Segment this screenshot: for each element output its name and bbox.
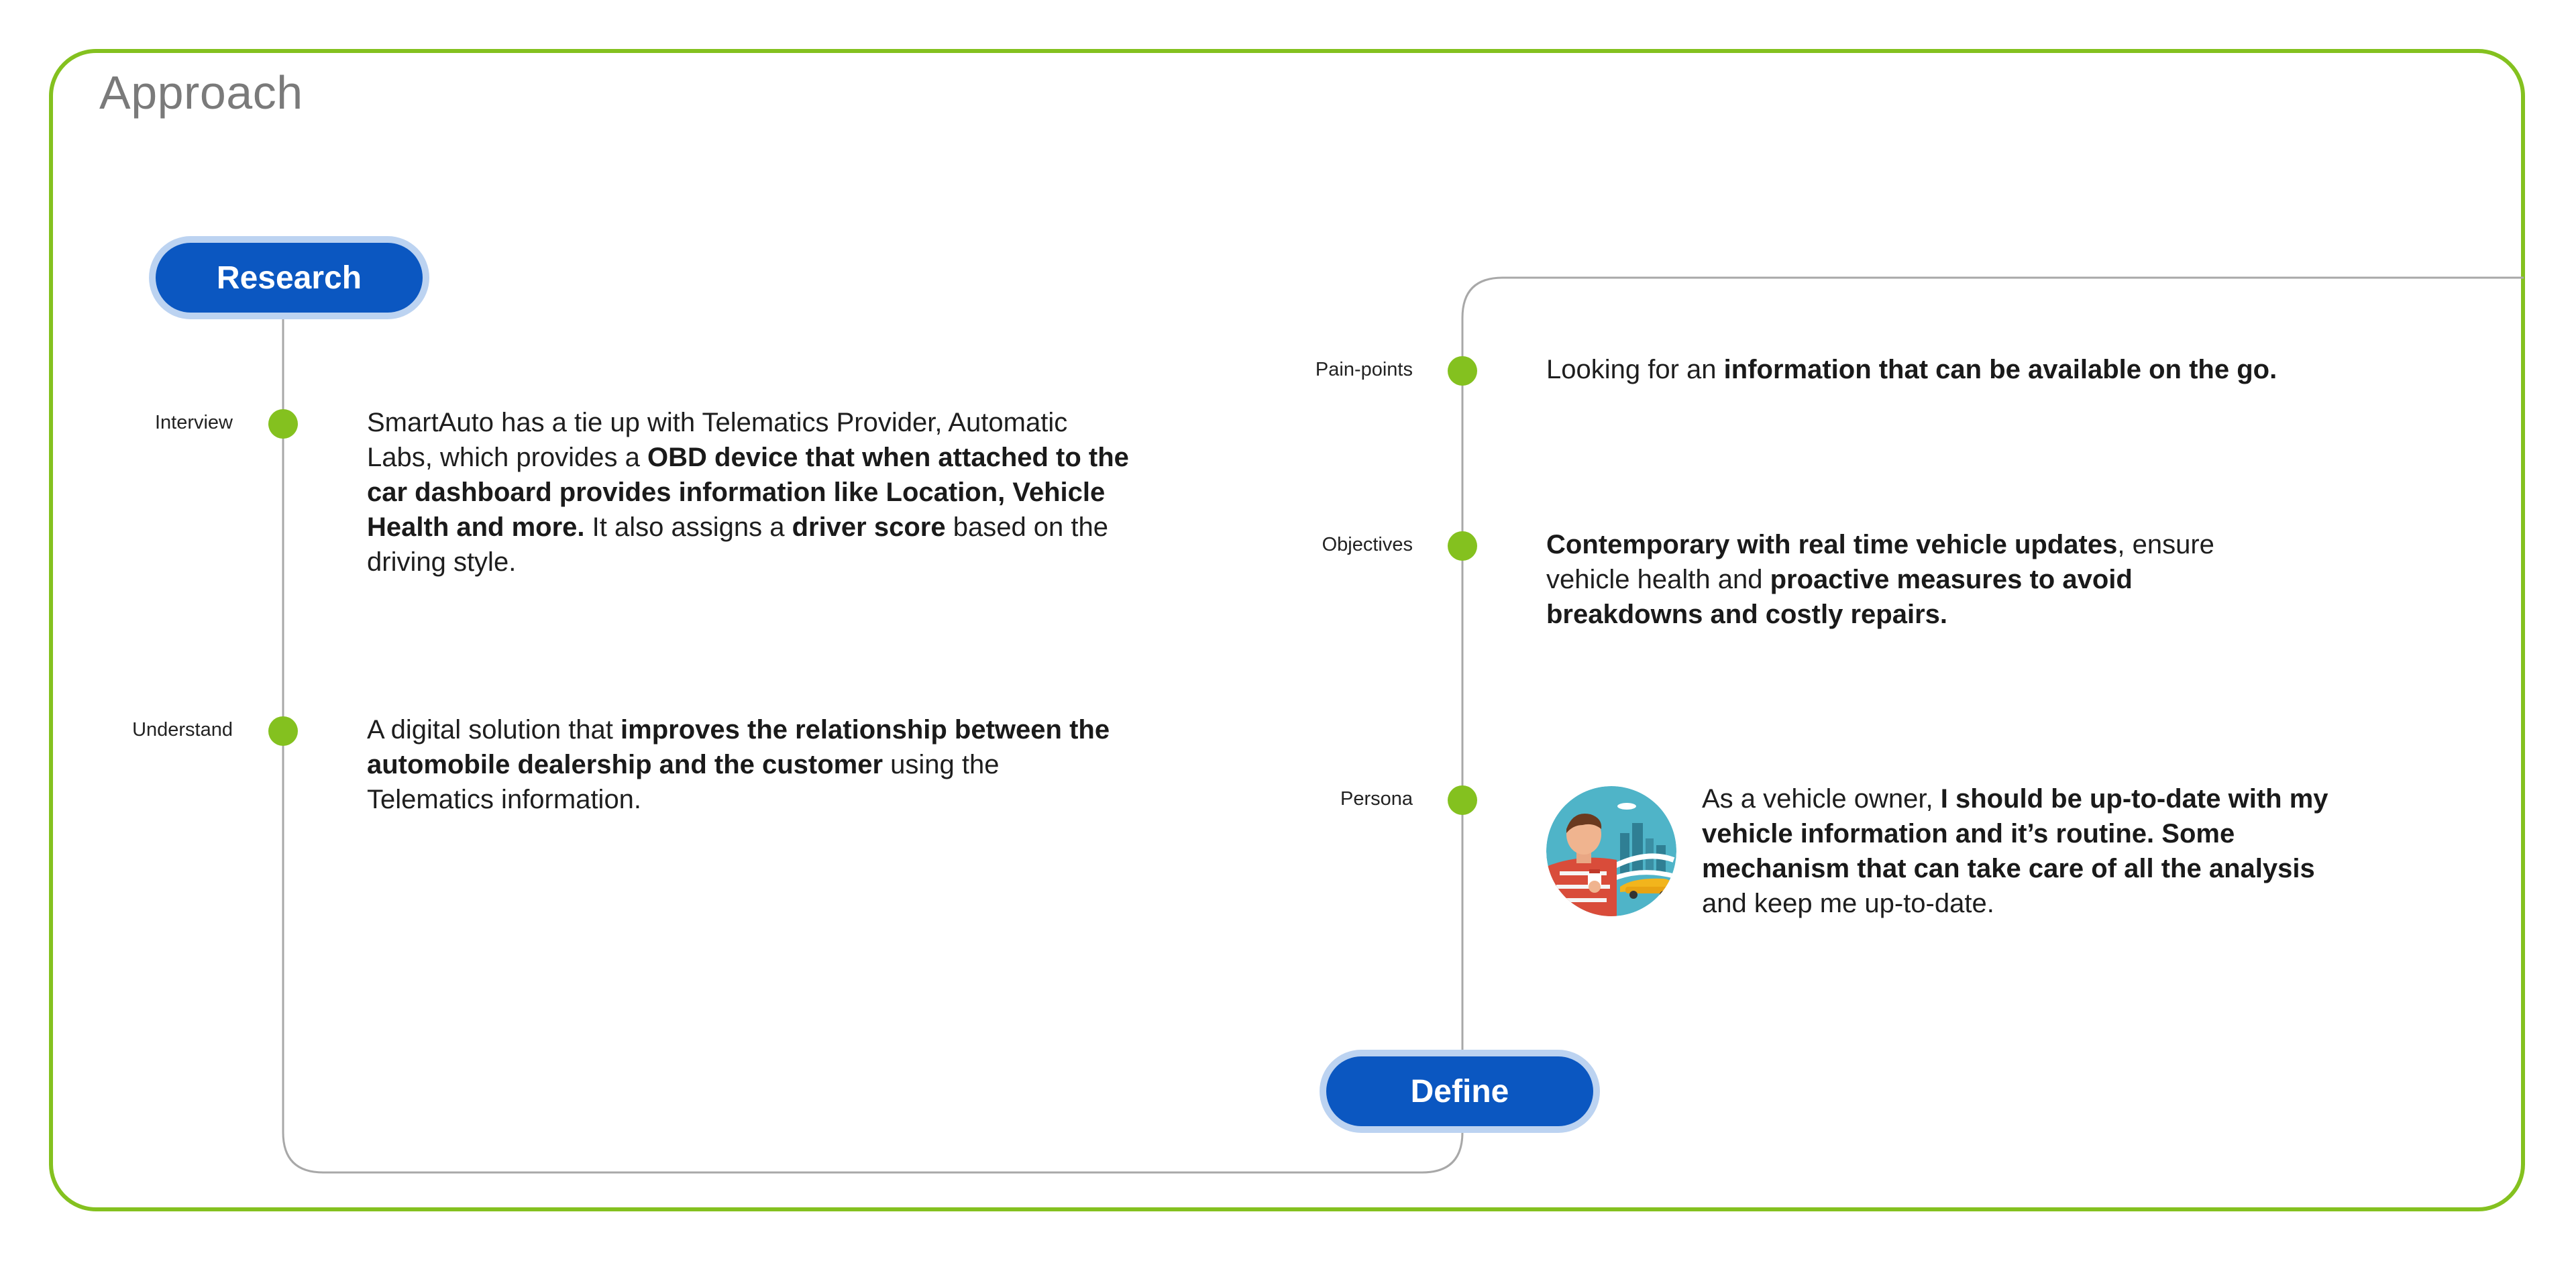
- persona-text: As a vehicle owner, I should be up-to-da…: [1702, 781, 2346, 921]
- text-run: A digital solution that: [367, 715, 621, 745]
- define-pill-label: Define: [1326, 1056, 1593, 1126]
- research-pill-label: Research: [156, 243, 423, 313]
- label-understand: Understand: [132, 719, 233, 741]
- interview-text: SmartAuto has a tie up with Telematics P…: [367, 405, 1132, 580]
- text-run: It also assigns a: [584, 512, 792, 542]
- dot-objectives: [1448, 531, 1477, 561]
- bold-text-run: Contemporary with real time vehicle upda…: [1546, 530, 2118, 559]
- text-run: and keep me up-to-date.: [1702, 889, 1994, 918]
- pain-points-text: Looking for an information that can be a…: [1546, 352, 2351, 387]
- dot-interview: [268, 409, 298, 439]
- define-timeline-connector: [1461, 276, 2524, 1066]
- research-stage: Research: [149, 236, 429, 319]
- label-objectives: Objectives: [1322, 534, 1413, 555]
- label-interview: Interview: [154, 412, 233, 433]
- text-run: Looking for an: [1546, 355, 1724, 384]
- bold-text-run: information that can be available on the…: [1723, 355, 2277, 384]
- dot-persona: [1448, 785, 1477, 815]
- text-run: As a vehicle owner,: [1702, 784, 1941, 814]
- bold-text-run: driver score: [792, 512, 946, 542]
- objectives-text: Contemporary with real time vehicle upda…: [1546, 527, 2284, 632]
- label-pain-points: Pain-points: [1315, 359, 1413, 380]
- understand-text: A digital solution that improves the rel…: [367, 712, 1118, 817]
- define-stage: Define: [1320, 1050, 1600, 1133]
- persona-avatar-icon: [1546, 786, 1676, 916]
- label-persona: Persona: [1340, 788, 1413, 810]
- dot-pain-points: [1448, 356, 1477, 386]
- dot-understand: [268, 716, 298, 746]
